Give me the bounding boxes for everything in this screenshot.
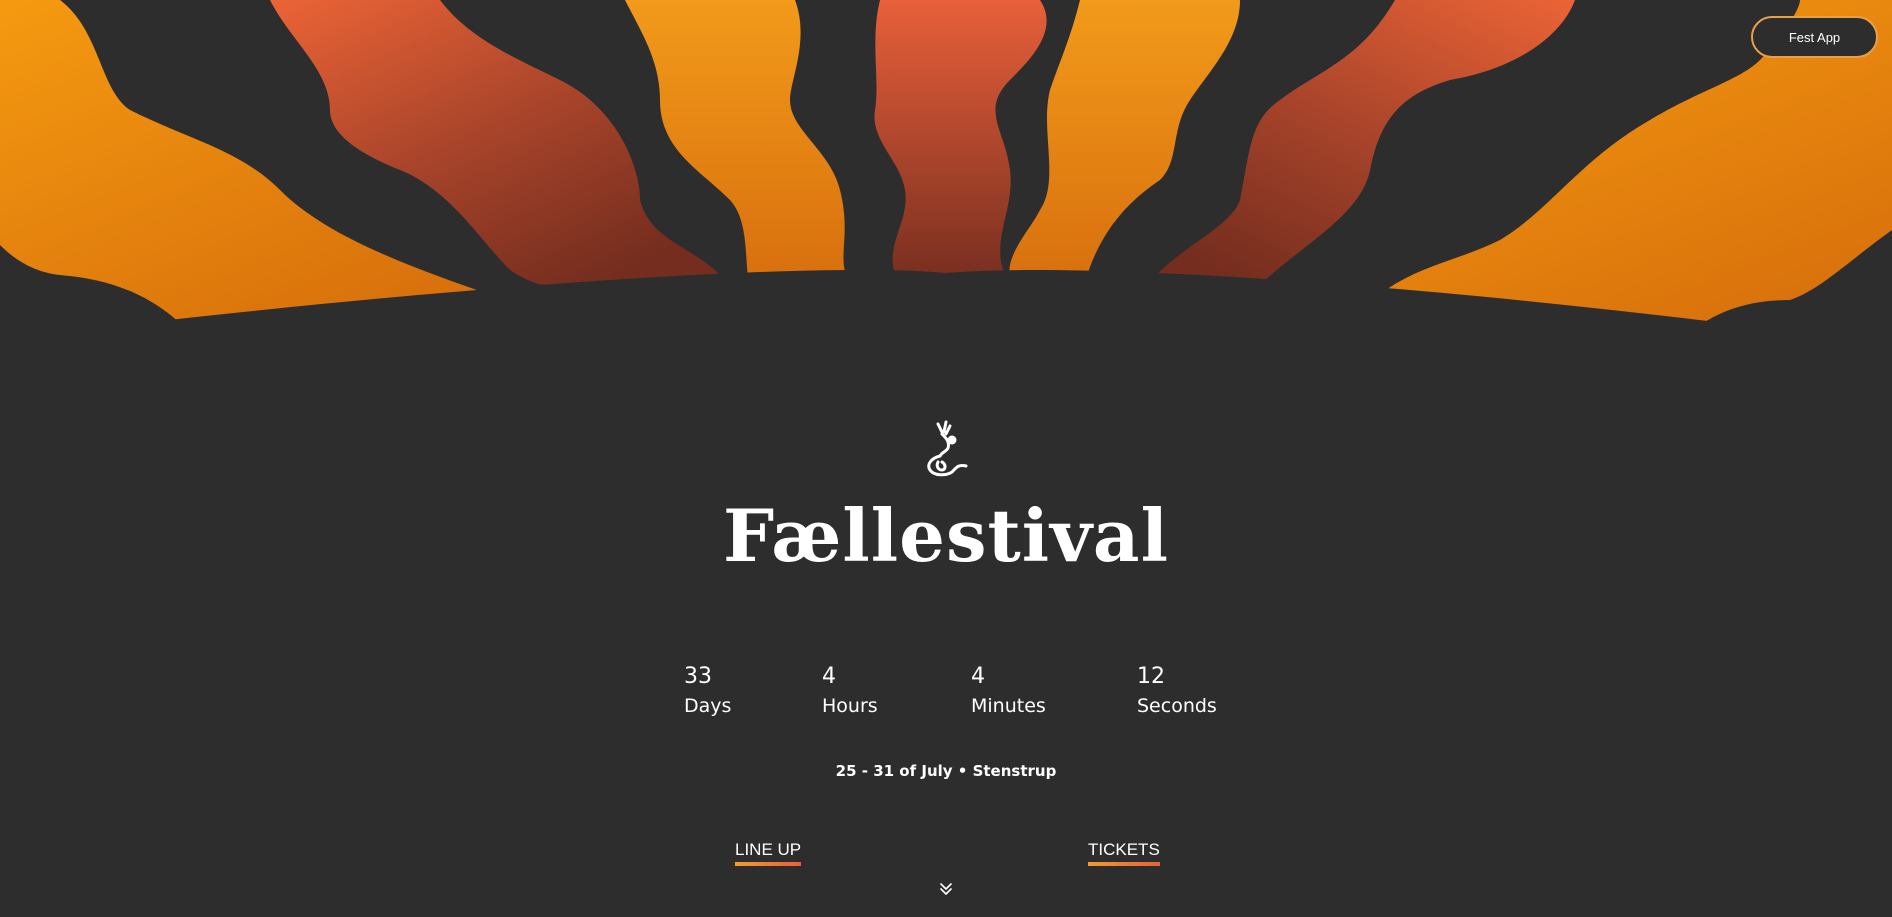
sun-rays-illustration [0,0,1892,350]
countdown-days-value: 33 [684,664,712,689]
tickets-link-label: TICKETS [1088,840,1160,859]
countdown-hours-label: Hours [822,695,878,717]
chevron-double-down-icon[interactable] [939,882,953,896]
countdown-seconds-value: 12 [1137,664,1165,689]
fest-app-button[interactable]: Fest App [1751,16,1878,58]
countdown-days-label: Days [684,695,732,717]
tickets-underline [1088,862,1160,866]
event-date-location: 25 - 31 of July • Stenstrup [835,762,1057,780]
lineup-link-label: LINE UP [735,840,802,859]
countdown-minutes-label: Minutes [971,695,1046,717]
festival-title: Fællestival [723,493,1169,578]
page: Fest App Fællestival 33 Days 4 Hours 4 M… [0,0,1892,917]
countdown-seconds: 12 Seconds [1137,662,1217,720]
countdown-days: 33 Days [684,662,731,720]
countdown-hours: 4 Hours [822,662,878,720]
countdown-timer: 33 Days 4 Hours 4 Minutes 12 Seconds [0,662,1892,722]
countdown-minutes-value: 4 [971,664,985,689]
dancing-figure-icon [927,420,968,477]
countdown-seconds-label: Seconds [1137,695,1217,717]
lineup-underline [735,862,802,866]
countdown-minutes: 4 Minutes [971,662,1046,720]
tickets-link[interactable]: TICKETS [1088,840,1160,868]
lineup-link[interactable]: LINE UP [735,840,802,868]
countdown-hours-value: 4 [822,664,836,689]
